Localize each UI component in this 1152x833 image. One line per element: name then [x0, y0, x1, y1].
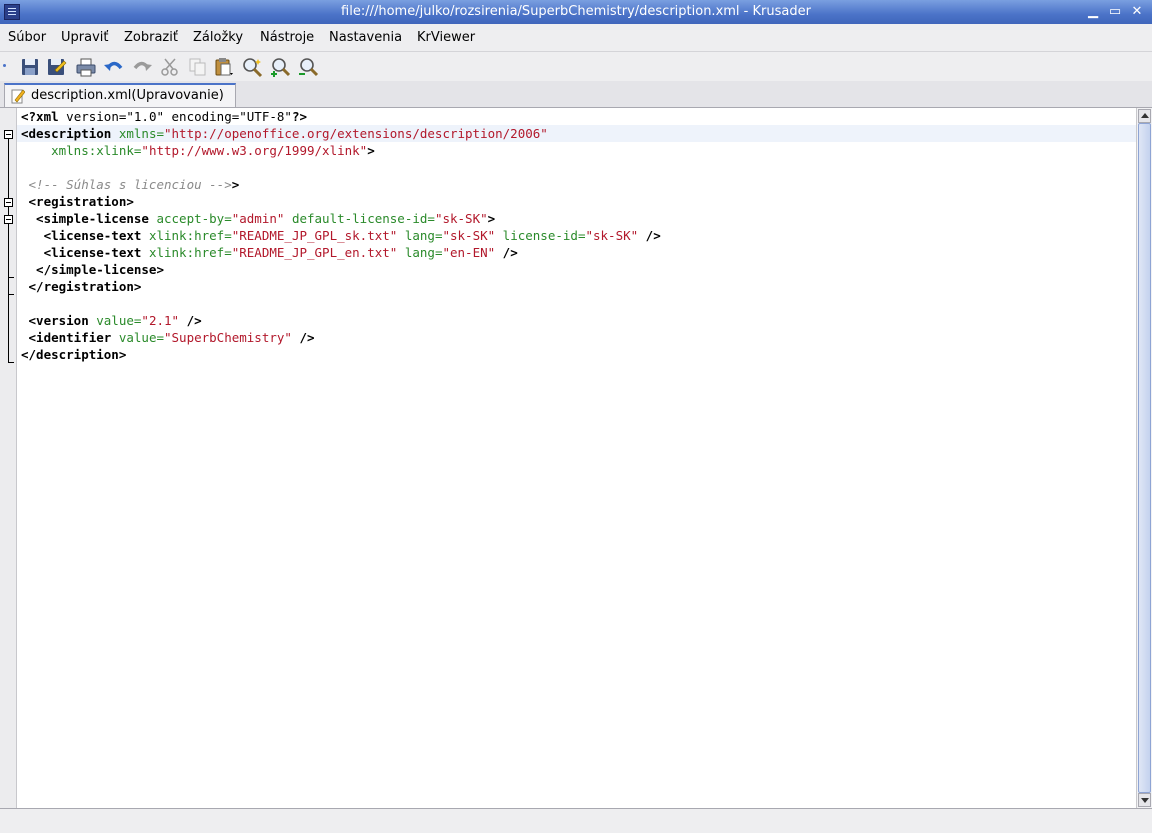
toolbar-handle[interactable] — [3, 64, 6, 67]
redo-icon[interactable] — [131, 56, 153, 78]
scroll-thumb[interactable] — [1138, 123, 1151, 793]
toolbar — [0, 51, 1152, 82]
code-line-current: <description xmlns="http://openoffice.or… — [17, 125, 1136, 142]
print-icon[interactable] — [75, 56, 97, 78]
scroll-down-icon[interactable] — [1138, 793, 1151, 807]
fold-toggle-registration[interactable] — [4, 198, 13, 207]
maximize-icon[interactable]: ▭ — [1106, 3, 1124, 21]
save-as-icon[interactable] — [45, 56, 67, 78]
undo-icon[interactable] — [103, 56, 125, 78]
tab-description-xml[interactable]: description.xml(Upravovanie) — [4, 83, 236, 107]
paste-icon[interactable] — [213, 56, 235, 78]
code-area[interactable]: <?xml version="1.0" encoding="UTF-8"?> <… — [17, 108, 1136, 363]
code-line: </description> — [21, 347, 127, 362]
code-line: </registration> — [21, 279, 142, 294]
fold-gutter — [0, 108, 17, 808]
save-icon[interactable] — [19, 56, 41, 78]
close-icon[interactable]: ✕ — [1128, 3, 1146, 21]
copy-icon[interactable] — [187, 56, 209, 78]
code-line: xmlns:xlink="http://www.w3.org/1999/xlin… — [21, 143, 375, 158]
menu-nastroje[interactable]: Nástroje — [260, 30, 314, 45]
fold-end — [8, 277, 14, 278]
menu-zobrazit[interactable]: Zobraziť — [124, 30, 178, 45]
menu-bar: Súbor Upraviť Zobraziť Záložky Nástroje … — [0, 24, 1152, 51]
minimize-icon[interactable]: ▁ — [1084, 3, 1102, 21]
tab-label: description.xml(Upravovanie) — [31, 88, 224, 103]
code-line: <license-text xlink:href="README_JP_GPL_… — [21, 228, 661, 243]
fold-toggle-simple-license[interactable] — [4, 215, 13, 224]
menu-upravit[interactable]: Upraviť — [61, 30, 108, 45]
menu-subor[interactable]: Súbor — [8, 30, 46, 45]
code-line: <registration> — [21, 194, 134, 209]
zoom-out-icon[interactable] — [297, 56, 319, 78]
menu-nastavenia[interactable]: Nastavenia — [329, 30, 402, 45]
find-icon[interactable] — [241, 56, 263, 78]
code-line: <!-- Súhlas s licenciou -->> — [21, 177, 240, 192]
fold-line — [8, 139, 9, 363]
title-bar: file:///home/julko/rozsirenia/SuperbChem… — [0, 0, 1152, 24]
code-line: <version value="2.1" /> — [21, 313, 202, 328]
code-line: <identifier value="SuperbChemistry" /> — [21, 330, 315, 345]
code-line: <simple-license accept-by="admin" defaul… — [21, 211, 496, 226]
menu-zalozky[interactable]: Záložky — [193, 30, 243, 45]
cut-icon[interactable] — [159, 56, 181, 78]
scroll-up-icon[interactable] — [1138, 109, 1151, 123]
menu-krviewer[interactable]: KrViewer — [417, 30, 475, 45]
vertical-scrollbar[interactable] — [1136, 108, 1152, 808]
document-tab-bar: description.xml(Upravovanie) — [0, 81, 1152, 107]
code-line: </simple-license> — [21, 262, 164, 277]
status-bar — [0, 809, 1152, 833]
fold-toggle-description[interactable] — [4, 130, 13, 139]
code-line: <?xml version="1.0" encoding="UTF-8"?> — [21, 109, 307, 124]
code-line: <license-text xlink:href="README_JP_GPL_… — [21, 245, 518, 260]
edit-pencil-icon — [11, 88, 26, 104]
fold-end — [8, 294, 14, 295]
zoom-in-icon[interactable] — [269, 56, 291, 78]
fold-end — [8, 362, 14, 363]
text-editor[interactable]: <?xml version="1.0" encoding="UTF-8"?> <… — [0, 107, 1152, 809]
window-title: file:///home/julko/rozsirenia/SuperbChem… — [341, 4, 811, 19]
